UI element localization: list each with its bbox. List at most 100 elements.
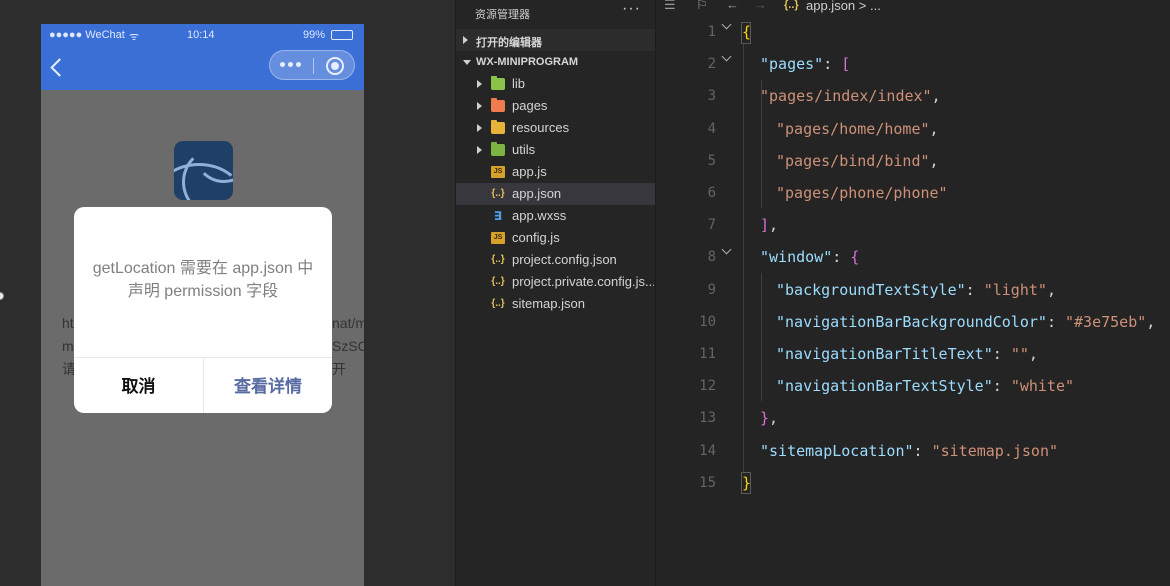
fold-chevron-icon[interactable]	[721, 244, 732, 255]
file-name: project.config.json	[512, 252, 617, 267]
json-string: "pages/index/index"	[760, 87, 932, 106]
json-key: "navigationBarBackgroundColor"	[776, 312, 1047, 331]
chevron-right-icon	[463, 36, 468, 44]
more-actions-icon[interactable]: ···	[622, 0, 641, 18]
breadcrumb-file-name: app.json	[806, 0, 856, 13]
bracket: ]	[760, 216, 770, 235]
js-file-icon: JS	[491, 166, 505, 178]
open-editors-section[interactable]: 打开的编辑器	[456, 29, 656, 51]
list-icon[interactable]: ☰	[664, 0, 676, 13]
wifi-icon: ᯤ	[129, 31, 140, 43]
file-tree-item[interactable]: resources	[456, 117, 656, 139]
back-arrow-icon[interactable]: ←	[726, 0, 739, 12]
breadcrumb-file[interactable]: app.json > ...	[806, 0, 881, 13]
file-tree-item[interactable]: {..} project.private.config.js...	[456, 271, 656, 293]
fold-chevron-icon[interactable]	[721, 19, 732, 30]
brace: }	[742, 473, 752, 492]
battery-icon	[331, 30, 353, 40]
json-string: "pages/home/home"	[776, 119, 930, 138]
json-key: "backgroundTextStyle"	[776, 280, 966, 299]
file-tree-item[interactable]: ∃ app.wxss	[456, 205, 656, 227]
code-line: 10 "navigationBarBackgroundColor": "#3e75…	[656, 306, 1170, 338]
comma: ,	[929, 151, 939, 170]
json-file-icon: {..}	[491, 298, 505, 309]
capsule-divider	[313, 58, 314, 74]
modal-message: getLocation 需要在 app.json 中声明 permission …	[92, 260, 314, 300]
line-number: 3	[707, 88, 716, 105]
json-string: ""	[1010, 345, 1029, 363]
json-string: "white"	[1010, 377, 1075, 396]
open-editors-label: 打开的编辑器	[476, 37, 542, 49]
more-dots-icon[interactable]	[280, 62, 302, 68]
code-line: 12 "navigationBarTextStyle": "white"	[656, 370, 1170, 402]
chevron-right-icon	[477, 124, 482, 132]
cancel-button[interactable]: 取消	[74, 358, 203, 413]
line-number: 15	[699, 474, 716, 491]
background-text: 开	[332, 361, 346, 377]
background-text: nat/m	[332, 315, 364, 331]
modal-footer: 取消 查看详情	[74, 357, 332, 413]
file-name: app.wxss	[512, 208, 567, 223]
colon: :	[992, 377, 1011, 396]
code-text: "pages/phone/phone"	[776, 184, 948, 202]
line-number: 13	[699, 410, 716, 427]
file-tree-item[interactable]: {..} project.config.json	[456, 249, 656, 271]
back-arrow-icon[interactable]	[50, 58, 69, 77]
file-name: project.private.config.js...	[512, 274, 654, 289]
code-line: 15}	[656, 467, 1170, 499]
json-string: "sitemap.json"	[931, 441, 1059, 460]
colon: :	[992, 345, 1011, 363]
file-name: sitemap.json	[512, 296, 585, 311]
code-text: "window": {	[760, 248, 859, 266]
code-text: },	[760, 409, 778, 427]
css-file-icon: ∃	[493, 209, 503, 223]
code-text: {	[742, 23, 751, 41]
line-number: 10	[699, 313, 716, 330]
file-tree-item[interactable]: pages	[456, 95, 656, 117]
comma: ,	[929, 119, 939, 138]
file-tree-item[interactable]: {..} app.json	[456, 183, 656, 205]
json-string: "light"	[983, 280, 1047, 299]
line-number: 14	[699, 442, 716, 459]
file-name: pages	[512, 98, 548, 113]
folder-icon	[491, 76, 505, 90]
close-target-icon[interactable]	[326, 57, 344, 75]
breadcrumb-separator: > ...	[858, 0, 881, 13]
project-root-section[interactable]: WX-MINIPROGRAM	[456, 51, 656, 73]
code-line: 2 "pages": [	[656, 48, 1170, 80]
line-number: 2	[707, 56, 716, 73]
forward-arrow-icon[interactable]: →	[754, 0, 767, 12]
view-details-button[interactable]: 查看详情	[203, 358, 332, 413]
colon: :	[832, 248, 851, 267]
project-root-label: WX-MINIPROGRAM	[476, 56, 579, 68]
editor-breadcrumb: ☰ ⚐ ← → {..} app.json > ...	[656, 0, 1170, 14]
code-text: "pages/home/home",	[776, 120, 939, 138]
chevron-down-icon	[463, 60, 471, 65]
file-tree-item[interactable]: lib	[456, 73, 656, 95]
comma: ,	[1046, 280, 1056, 299]
json-string: "#3e75eb"	[1065, 312, 1147, 331]
file-name: utils	[512, 142, 536, 157]
background-text: SzSC	[332, 338, 364, 354]
file-tree-item[interactable]: utils	[456, 139, 656, 161]
colon: :	[965, 280, 984, 299]
explorer-title: 资源管理器	[475, 9, 530, 21]
fold-chevron-icon[interactable]	[721, 51, 732, 62]
file-tree-item[interactable]: JS config.js	[456, 227, 656, 249]
file-name: resources	[512, 120, 570, 135]
json-key: "window"	[760, 248, 833, 267]
colon: :	[913, 441, 932, 460]
code-line: 1{	[656, 16, 1170, 48]
bracket: }	[760, 409, 770, 428]
code-line: 5 "pages/bind/bind",	[656, 145, 1170, 177]
line-number: 5	[707, 152, 716, 169]
resize-handle[interactable]	[0, 292, 4, 300]
file-tree-item[interactable]: {..} sitemap.json	[456, 293, 656, 315]
line-number: 11	[699, 346, 716, 362]
background-text: ht	[62, 315, 74, 331]
line-number: 12	[699, 378, 716, 395]
file-tree-item[interactable]: JS app.js	[456, 161, 656, 183]
json-file-icon: {..}	[491, 254, 505, 265]
bookmark-icon[interactable]: ⚐	[696, 0, 708, 13]
bracket: {	[850, 248, 860, 267]
